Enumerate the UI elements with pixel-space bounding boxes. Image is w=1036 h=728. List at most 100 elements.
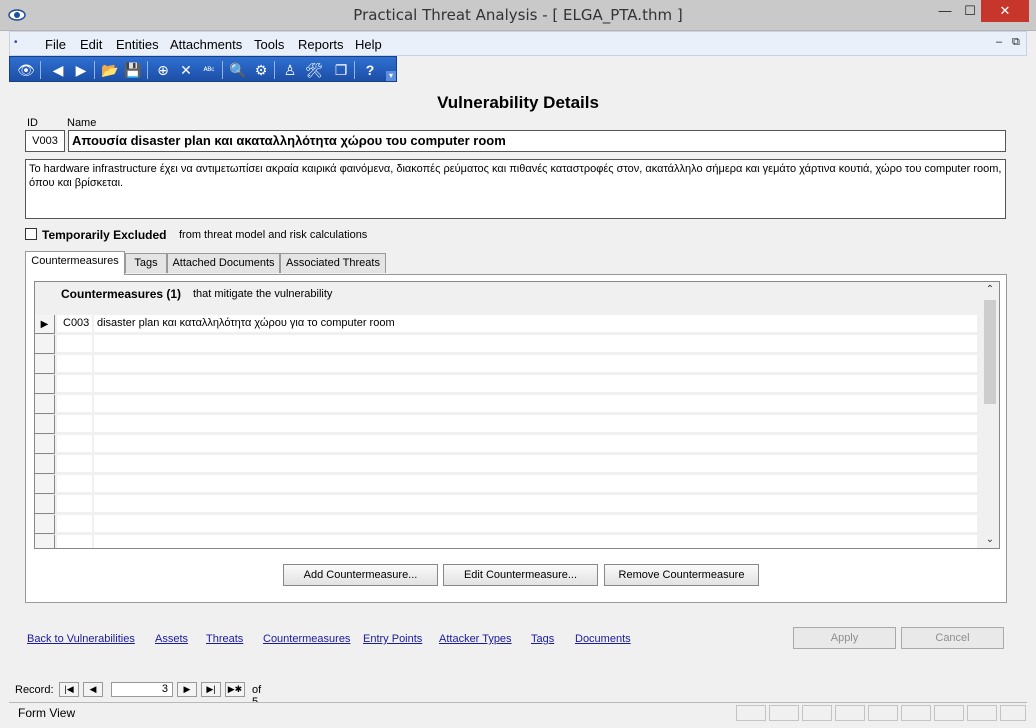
record-selector[interactable] [35,355,55,374]
id-field[interactable]: V003 [25,130,65,152]
menu-edit[interactable]: Edit [80,37,102,52]
cancel-button[interactable]: Cancel [901,627,1004,649]
spellcheck-icon[interactable]: ᴬᴮᶜ [199,60,219,80]
record-selector[interactable] [35,475,55,494]
back-icon[interactable]: ◀ [48,60,68,80]
save-icon[interactable]: 💾 [123,60,143,80]
help-icon[interactable]: ? [360,60,380,80]
user-icon[interactable]: ♙ [280,60,300,80]
table-row[interactable] [35,415,979,435]
countermeasure-name-cell[interactable] [94,495,977,512]
menu-attachments[interactable]: Attachments [170,37,242,52]
countermeasure-id-cell[interactable] [57,475,92,492]
new-icon[interactable]: ⊕ [153,60,173,80]
countermeasure-id-cell[interactable] [57,535,92,548]
temporarily-excluded-checkbox[interactable] [25,228,37,240]
countermeasure-name-cell[interactable] [94,335,977,352]
tab-tags[interactable]: Tags [125,253,167,273]
mdi-restore-button[interactable]: ⧉ [1012,36,1020,49]
tools-icon[interactable]: 🛠 [304,60,324,80]
next-record-icon[interactable]: ▶ [177,682,197,697]
table-row[interactable] [35,515,979,535]
mdi-minimize-button[interactable]: – [996,36,1002,48]
link-threats[interactable]: Threats [206,633,243,645]
table-row[interactable] [35,455,979,475]
replace-icon[interactable]: ⚙ [251,60,271,80]
scroll-thumb[interactable] [984,300,996,404]
close-button[interactable]: ✕ [981,0,1029,22]
table-row[interactable] [35,355,979,375]
tab-attached-documents[interactable]: Attached Documents [167,253,280,273]
countermeasure-name-cell[interactable] [94,515,977,532]
link-tags[interactable]: Tags [531,633,554,645]
tab-countermeasures[interactable]: Countermeasures [25,251,125,275]
link-back-to-vulnerabilities[interactable]: Back to Vulnerabilities [27,633,135,645]
menu-grip-icon[interactable]: • [14,37,18,48]
record-selector[interactable] [35,495,55,514]
countermeasure-id-cell[interactable] [57,515,92,532]
record-selector[interactable] [35,535,55,548]
countermeasure-name-cell[interactable] [94,475,977,492]
forward-icon[interactable]: ▶ [71,60,91,80]
record-selector[interactable] [35,515,55,534]
link-assets[interactable]: Assets [155,633,188,645]
countermeasure-id-cell[interactable] [57,495,92,512]
menu-file[interactable]: File [45,37,66,52]
countermeasure-name-cell[interactable] [94,375,977,392]
countermeasure-name-cell[interactable] [94,455,977,472]
countermeasure-id-cell[interactable]: C003 [57,315,92,332]
apply-button[interactable]: Apply [793,627,896,649]
countermeasure-name-cell[interactable] [94,355,977,372]
copy-icon[interactable]: ❐ [331,60,351,80]
last-record-icon[interactable]: ▶| [201,682,221,697]
record-selector[interactable] [35,375,55,394]
current-record-field[interactable]: 3 [111,682,173,697]
countermeasure-id-cell[interactable] [57,455,92,472]
eye-icon[interactable]: 👁 [16,60,36,80]
name-field[interactable]: Απουσία disaster plan και ακαταλληλότητα… [68,130,1006,152]
record-selector[interactable] [35,455,55,474]
edit-countermeasure-button[interactable]: Edit Countermeasure... [443,564,598,586]
record-selector[interactable]: ▶ [35,315,55,334]
menu-tools[interactable]: Tools [254,37,284,52]
vertical-scrollbar[interactable]: ⌃ ⌄ [981,282,999,548]
countermeasure-id-cell[interactable] [57,375,92,392]
countermeasure-name-cell[interactable] [94,435,977,452]
link-countermeasures[interactable]: Countermeasures [263,633,350,645]
menu-reports[interactable]: Reports [298,37,344,52]
countermeasure-name-cell[interactable]: disaster plan και καταλληλότητα χώρου γι… [94,315,977,332]
toolbar-overflow-icon[interactable]: ▾ [386,71,396,81]
remove-countermeasure-button[interactable]: Remove Countermeasure [604,564,759,586]
table-row[interactable] [35,475,979,495]
first-record-icon[interactable]: |◀ [59,682,79,697]
description-field[interactable]: Το hardware infrastructure έχει να αντιμ… [25,159,1006,219]
record-selector[interactable] [35,415,55,434]
scroll-up-icon[interactable]: ⌃ [981,282,999,298]
countermeasure-id-cell[interactable] [57,435,92,452]
countermeasure-name-cell[interactable] [94,395,977,412]
countermeasure-id-cell[interactable] [57,355,92,372]
table-row[interactable] [35,335,979,355]
link-entry-points[interactable]: Entry Points [363,633,422,645]
add-countermeasure-button[interactable]: Add Countermeasure... [283,564,438,586]
table-row[interactable] [35,495,979,515]
table-row[interactable] [35,535,979,548]
countermeasure-id-cell[interactable] [57,395,92,412]
table-row[interactable]: ▶ C003 disaster plan και καταλληλότητα χώρ… [35,315,979,335]
link-attacker-types[interactable]: Attacker Types [439,633,512,645]
find-icon[interactable]: 🔍 [228,60,248,80]
scroll-down-icon[interactable]: ⌄ [981,532,999,548]
countermeasure-name-cell[interactable] [94,535,977,548]
tab-associated-threats[interactable]: Associated Threats [280,253,386,273]
countermeasure-name-cell[interactable] [94,415,977,432]
table-row[interactable] [35,395,979,415]
record-selector[interactable] [35,395,55,414]
table-row[interactable] [35,375,979,395]
countermeasure-id-cell[interactable] [57,335,92,352]
menu-entities[interactable]: Entities [116,37,159,52]
link-documents[interactable]: Documents [575,633,631,645]
open-icon[interactable]: 📂 [100,60,120,80]
menu-help[interactable]: Help [355,37,382,52]
countermeasure-id-cell[interactable] [57,415,92,432]
record-selector[interactable] [35,335,55,354]
